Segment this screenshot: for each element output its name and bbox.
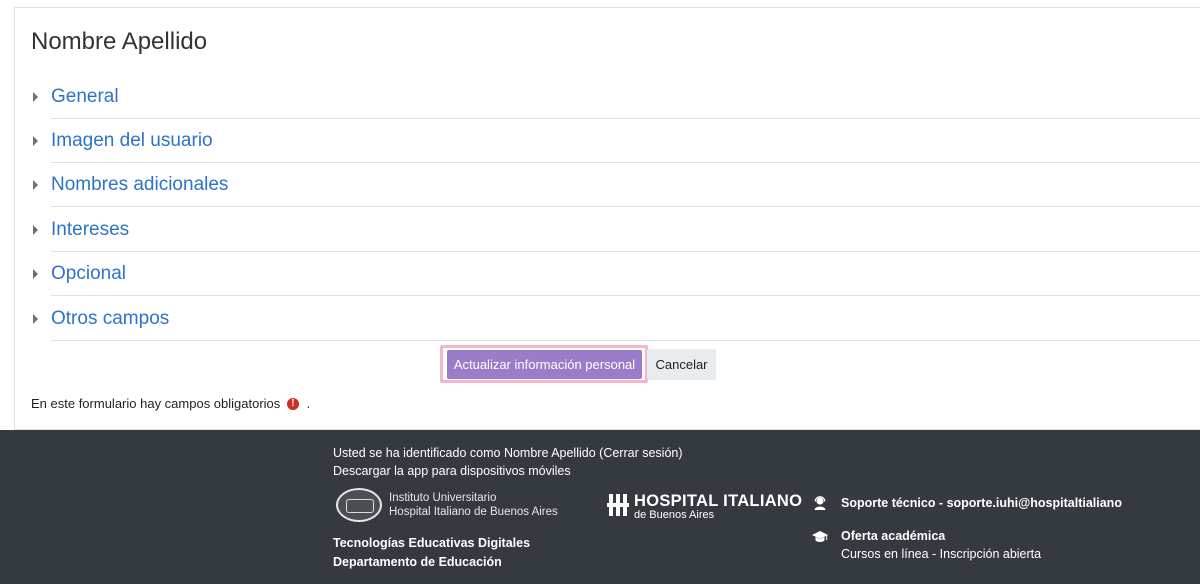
institute-logo-line1: Instituto Universitario [389, 492, 497, 504]
caret-right-icon[interactable] [33, 135, 38, 146]
section-general-label[interactable]: General [51, 86, 119, 108]
section-user-image-label[interactable]: Imagen del usuario [51, 130, 213, 152]
login-info: Usted se ha identificado como Nombre Ape… [333, 446, 683, 460]
hospital-logo[interactable]: HOSPITAL ITALIANO de Buenos Aires [607, 492, 802, 522]
mobile-app-link[interactable]: Descargar la app para dispositivos móvil… [333, 464, 571, 478]
caret-right-icon[interactable] [33, 179, 38, 190]
section-additional-names-label[interactable]: Nombres adicionales [51, 174, 228, 196]
institute-logo-line2: Hospital Italiano de Buenos Aires [389, 506, 558, 518]
section-other-fields-label[interactable]: Otros campos [51, 308, 169, 330]
required-fields-note: En este formulario hay campos obligatori… [31, 396, 310, 412]
required-fields-suffix: . [306, 396, 311, 411]
required-fields-text: En este formulario hay campos obligatori… [31, 396, 281, 411]
section-user-image[interactable]: Imagen del usuario [33, 119, 1200, 163]
logout-link[interactable]: (Cerrar sesión) [599, 446, 682, 460]
caret-right-icon[interactable] [33, 91, 38, 102]
institute-logo[interactable]: Instituto Universitario Hospital Italian… [336, 488, 571, 526]
login-prefix: Usted se ha identificado como [333, 446, 501, 460]
section-interests[interactable]: Intereses [33, 208, 1200, 252]
caret-right-icon[interactable] [33, 224, 38, 235]
hospital-logo-line2: de Buenos Aires [634, 509, 715, 521]
cancel-button[interactable]: Cancelar [647, 349, 716, 380]
profile-link[interactable]: Nombre Apellido [504, 446, 596, 460]
headset-icon [814, 496, 826, 510]
update-profile-button[interactable]: Actualizar información personal [447, 350, 642, 379]
hospital-mark-icon [607, 494, 629, 516]
dept-line2: Departamento de Educación [333, 555, 502, 569]
section-optional-label[interactable]: Opcional [51, 263, 126, 285]
section-additional-names[interactable]: Nombres adicionales [33, 163, 1200, 207]
exclamation-circle-icon: ! [286, 397, 299, 410]
page-footer: Usted se ha identificado como Nombre Ape… [0, 430, 1200, 584]
section-general[interactable]: General [33, 75, 1200, 119]
academic-offer-subtitle: Cursos en línea - Inscripción abierta [841, 547, 1042, 561]
dept-line1: Tecnologías Educativas Digitales [333, 536, 531, 550]
section-optional[interactable]: Opcional [33, 252, 1200, 296]
caret-right-icon[interactable] [33, 268, 38, 279]
graduation-cap-icon [812, 531, 828, 542]
institute-seal-icon [336, 488, 382, 522]
section-other-fields[interactable]: Otros campos [33, 297, 1200, 341]
support-link[interactable]: Soporte técnico - soporte.iuhi@hospitalt… [841, 496, 1122, 510]
caret-right-icon[interactable] [33, 313, 38, 324]
page-title: Nombre Apellido [31, 28, 208, 55]
section-interests-label[interactable]: Intereses [51, 219, 129, 241]
academic-offer-link[interactable]: Oferta académica [841, 529, 945, 543]
